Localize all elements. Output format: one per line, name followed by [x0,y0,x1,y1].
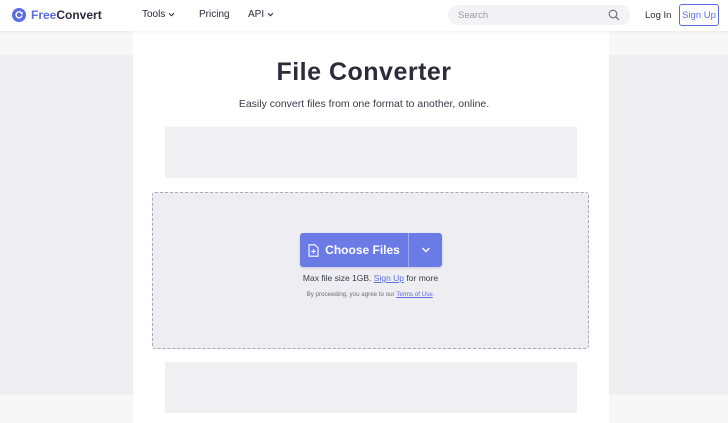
nav-pricing[interactable]: Pricing [199,9,230,20]
chevron-down-icon [169,12,175,17]
nav-tools-label: Tools [142,9,166,20]
page-subtitle: Easily convert files from one format to … [238,98,490,110]
max-size-suffix: for more [406,273,439,283]
search-input[interactable] [458,9,598,21]
logo-icon [12,8,26,22]
search-icon[interactable] [608,9,620,21]
top-ad-banner [165,127,577,178]
bottom-ad-banner [165,362,577,413]
choose-files-label: Choose Files [325,243,400,257]
file-dropzone[interactable] [152,192,589,349]
nav-api[interactable]: API [248,9,274,20]
logo-text-suffix: Convert [56,8,102,22]
signup-button[interactable]: Sign Up [679,4,719,26]
choose-files-button-group: Choose Files [300,233,442,267]
file-add-icon [308,243,319,257]
choose-files-button[interactable]: Choose Files [300,233,408,267]
logo-text-prefix: Free [31,8,57,22]
logo-text: FreeConvert [31,8,102,22]
terms-text: By proceeding, you agree to our [306,291,395,298]
terms-suffix: . [432,291,435,298]
nav-api-label: API [248,9,265,20]
logo[interactable]: FreeConvert [12,7,102,23]
nav-tools[interactable]: Tools [142,9,175,20]
chevron-down-icon [421,247,430,253]
max-file-size-note: Max file size 1GB. Sign Up for more [0,273,728,283]
nav-pricing-label: Pricing [199,9,230,20]
top-header: FreeConvert Tools Pricing API Log In Sig… [0,0,728,31]
chevron-down-icon [267,12,274,17]
upload-source-dropdown[interactable] [409,233,442,267]
login-link[interactable]: Log In [645,10,671,21]
page-title: File Converter [276,58,452,86]
terms-of-use-link[interactable]: Terms of Use [396,291,432,298]
max-size-text: Max file size 1GB. [302,273,372,283]
search-box [448,5,630,25]
terms-note: By proceeding, you agree to our Terms of… [0,291,728,298]
signup-link[interactable]: Sign Up [374,273,404,283]
